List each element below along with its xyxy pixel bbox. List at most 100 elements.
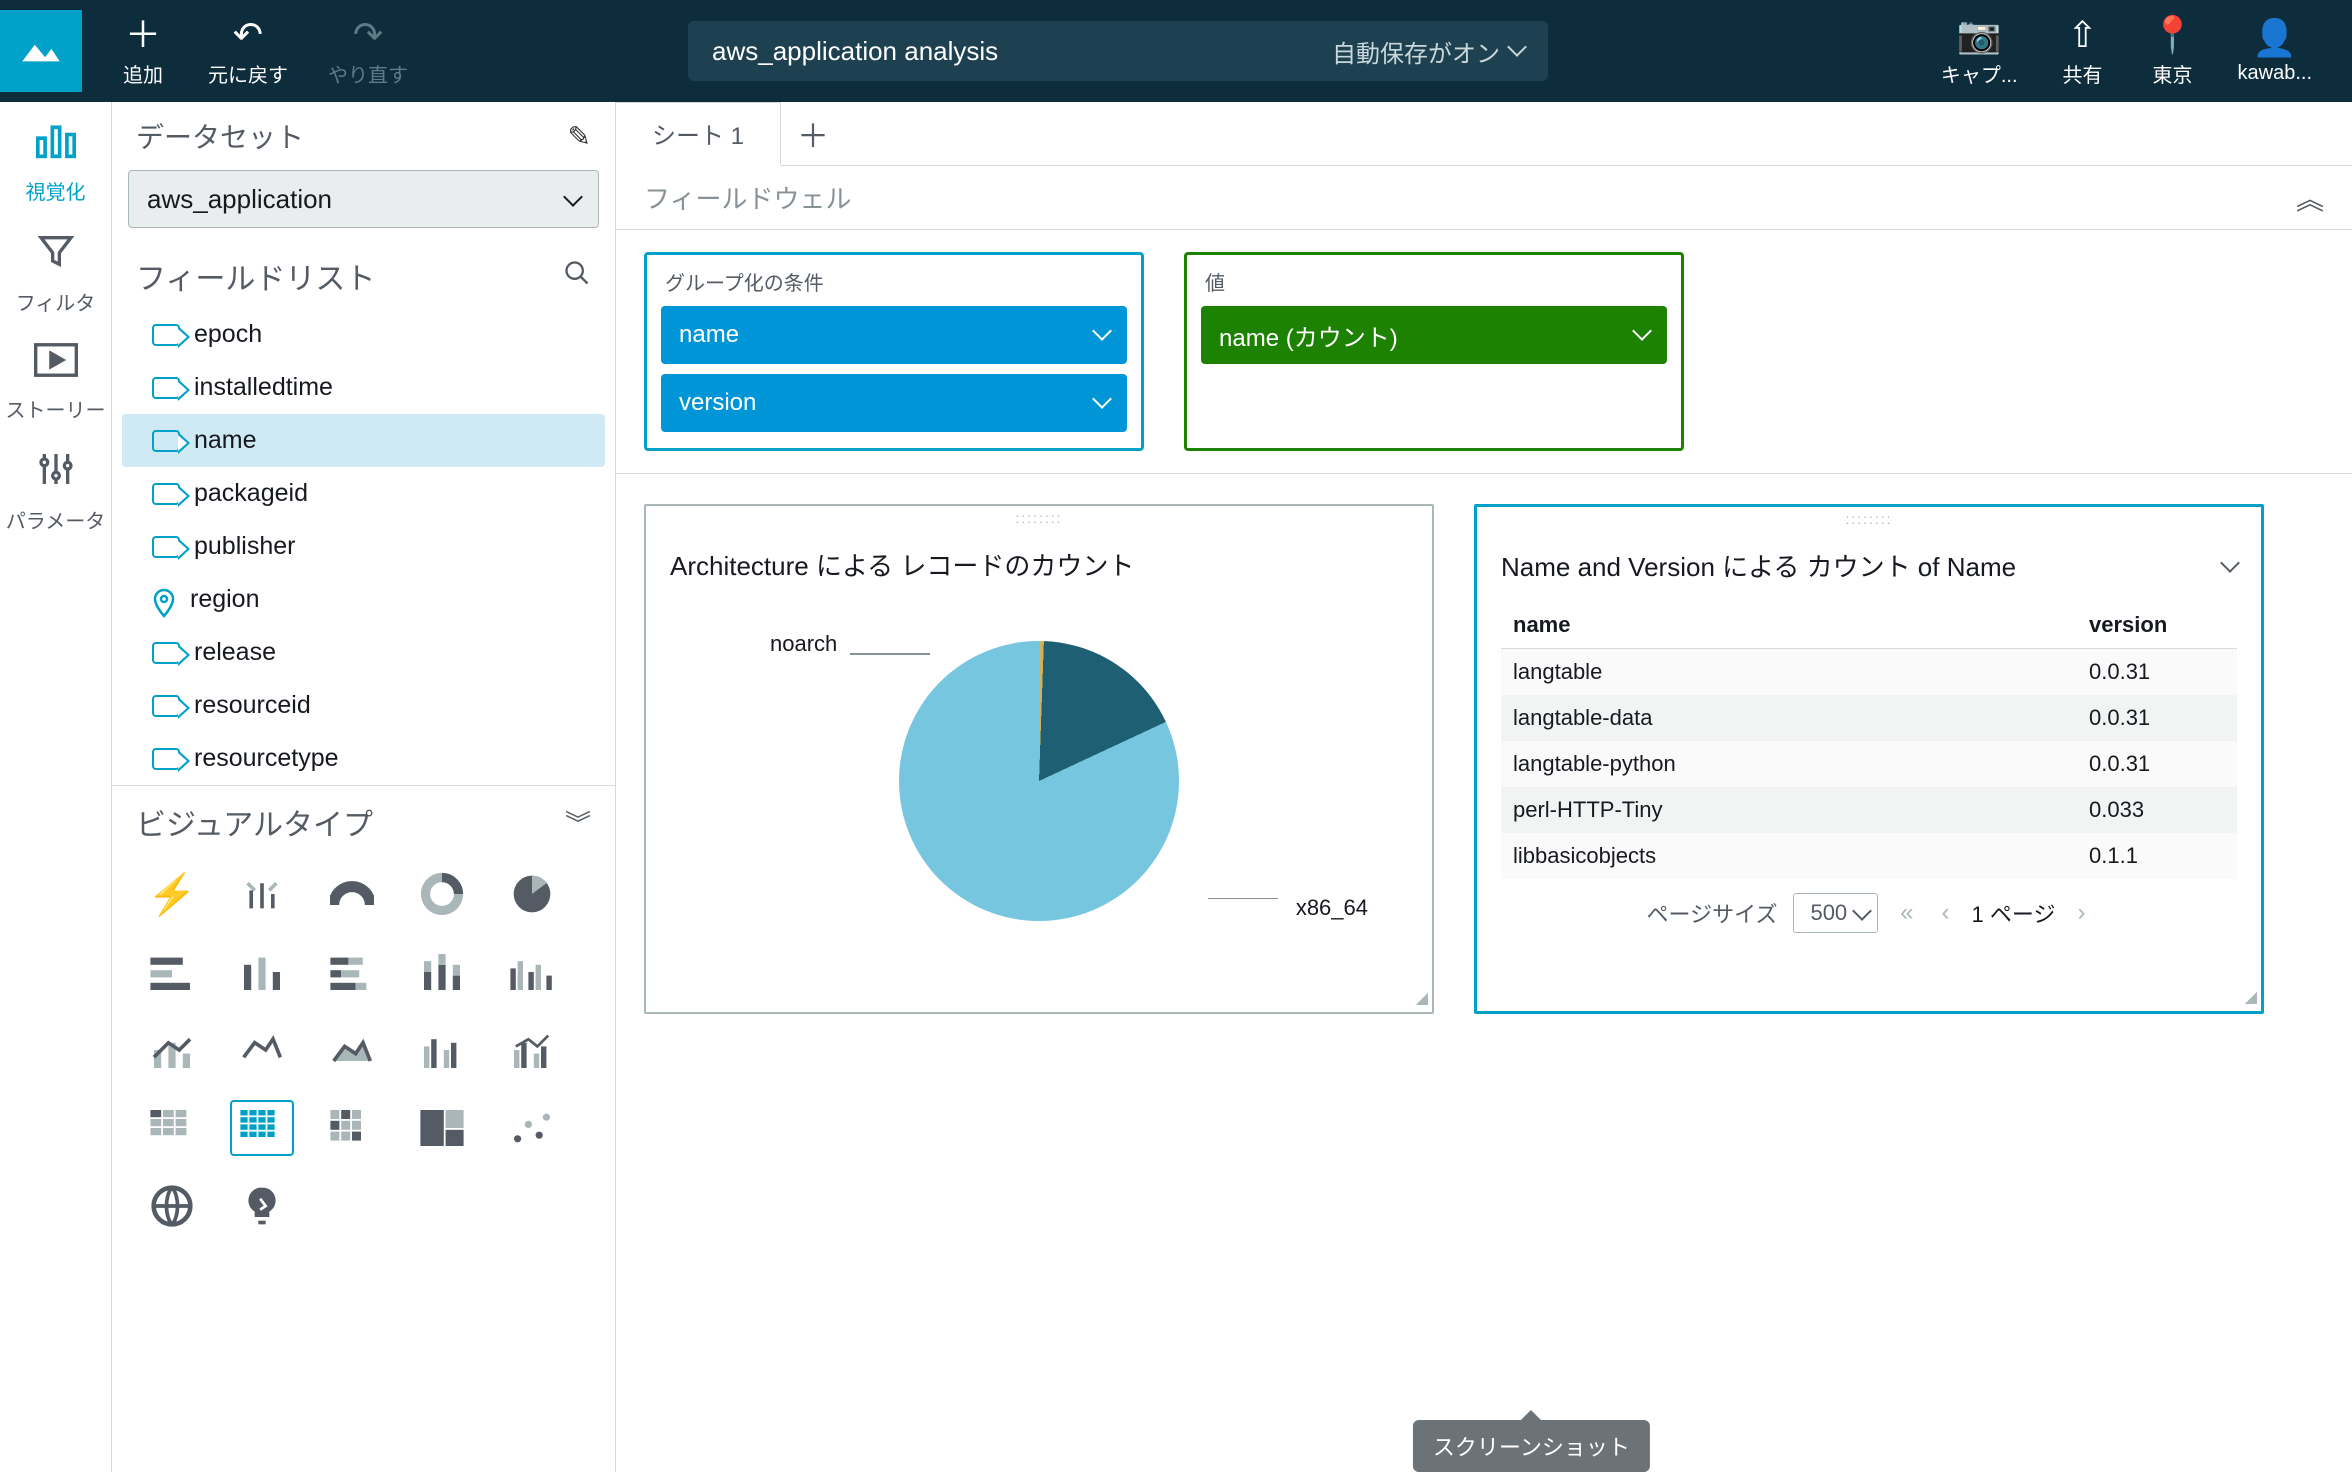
vt-table[interactable] — [230, 1100, 294, 1156]
visuals-canvas[interactable]: :::::::: Architecture による レコードのカウント noar… — [616, 474, 2352, 1472]
page-size-label: ページサイズ — [1647, 897, 1778, 929]
table-row[interactable]: langtable-data0.0.31 — [1501, 695, 2237, 741]
vt-pivot[interactable] — [140, 1100, 204, 1156]
vt-hbar-stacked[interactable] — [320, 944, 384, 1000]
vt-area[interactable] — [320, 1022, 384, 1078]
share-button[interactable]: ⇧ 共有 — [2038, 15, 2128, 88]
field-type-icon — [152, 748, 180, 770]
vt-vbar[interactable] — [230, 944, 294, 1000]
page-size-select[interactable]: 500 — [1793, 893, 1878, 933]
visual-pie[interactable]: :::::::: Architecture による レコードのカウント noar… — [644, 504, 1434, 1014]
resize-handle[interactable]: ◢ — [1416, 988, 1428, 1008]
redo-button[interactable]: ↷ やり直す — [308, 15, 428, 88]
vt-vbar-stacked[interactable] — [410, 944, 474, 1000]
pill-name[interactable]: name — [661, 306, 1127, 364]
drag-handle[interactable]: :::::::: — [646, 506, 1432, 530]
analysis-title: aws_application analysis — [712, 36, 998, 67]
field-item-installedtime[interactable]: installedtime — [112, 361, 615, 414]
vt-combo2[interactable] — [500, 1022, 564, 1078]
vt-hbar[interactable] — [140, 944, 204, 1000]
vt-auto[interactable]: ⚡ — [140, 866, 204, 922]
field-item-packageid[interactable]: packageid — [112, 467, 615, 520]
field-type-icon — [152, 483, 180, 505]
sliders-icon — [36, 449, 76, 499]
vt-treemap[interactable] — [410, 1100, 474, 1156]
visual-title: Name and Version による カウント of Name — [1501, 547, 2016, 584]
well-value[interactable]: 値 name (カウント) — [1184, 252, 1684, 451]
pie-label-x86: x86_64 — [1296, 895, 1368, 921]
rail-parameters[interactable]: パラメータ — [0, 449, 111, 534]
vt-gauge[interactable] — [320, 866, 384, 922]
table-row[interactable]: perl-HTTP-Tiny0.033 — [1501, 787, 2237, 833]
pager-prev[interactable]: ‹ — [1936, 899, 1956, 927]
vt-clustered[interactable] — [410, 1022, 474, 1078]
field-item-region[interactable]: region — [112, 573, 615, 626]
user-menu[interactable]: 👤 kawab... — [2218, 18, 2332, 85]
vt-scatter[interactable] — [500, 1100, 564, 1156]
search-icon[interactable] — [563, 259, 591, 294]
collapse-icon[interactable]: ︾ — [565, 804, 591, 841]
field-type-icon — [152, 377, 180, 399]
field-item-resourceid[interactable]: resourceid — [112, 679, 615, 732]
pager-first[interactable]: « — [1894, 899, 1919, 927]
resize-handle[interactable]: ◢ — [2245, 987, 2257, 1007]
visual-table[interactable]: :::::::: Name and Version による カウント of Na… — [1474, 504, 2264, 1014]
pill-version[interactable]: version — [661, 374, 1127, 432]
pie-graphic — [899, 641, 1179, 921]
topbar: ＋ 追加 ↶ 元に戻す ↷ やり直す aws_application analy… — [0, 0, 2352, 102]
col-name[interactable]: name — [1501, 602, 2077, 649]
vt-line[interactable] — [230, 1022, 294, 1078]
app-logo[interactable] — [0, 10, 82, 92]
visualize-icon — [34, 120, 78, 170]
autosave-status[interactable]: 自動保存がオン — [1332, 34, 1524, 69]
vt-combo[interactable] — [140, 1022, 204, 1078]
edit-dataset-icon[interactable]: ✎ — [568, 120, 591, 153]
vt-kpi[interactable] — [230, 866, 294, 922]
vt-geo[interactable] — [140, 1178, 204, 1234]
vt-donut[interactable] — [410, 866, 474, 922]
field-item-name[interactable]: name — [122, 414, 605, 467]
redo-icon: ↷ — [353, 15, 383, 55]
field-type-icon — [152, 536, 180, 558]
rail-visualize[interactable]: 視覚化 — [0, 120, 111, 205]
table-row[interactable]: langtable0.0.31 — [1501, 649, 2237, 696]
field-wells: グループ化の条件 name version 値 name (カウント) — [616, 230, 2352, 474]
add-sheet-button[interactable]: ＋ — [781, 111, 845, 157]
vt-insight[interactable] — [230, 1178, 294, 1234]
table-row[interactable]: libbasicobjects0.1.1 — [1501, 833, 2237, 879]
sheet-tabs: シート 1 ＋ — [616, 102, 2352, 166]
undo-button[interactable]: ↶ 元に戻す — [188, 15, 308, 88]
rail-story[interactable]: ストーリー — [0, 342, 111, 423]
dataset-select[interactable]: aws_application — [128, 170, 599, 228]
tab-sheet1[interactable]: シート 1 — [616, 102, 781, 166]
well-group-by[interactable]: グループ化の条件 name version — [644, 252, 1144, 451]
field-item-release[interactable]: release — [112, 626, 615, 679]
field-type-icon — [152, 430, 180, 452]
region-button[interactable]: 📍 東京 — [2128, 15, 2218, 88]
chevron-down-icon — [1510, 37, 1524, 65]
pager-next[interactable]: › — [2071, 899, 2091, 927]
data-table: name version langtable0.0.31 langtable-d… — [1501, 602, 2237, 879]
main-canvas: シート 1 ＋ フィールドウェル ︽ グループ化の条件 name version… — [616, 102, 2352, 1472]
field-item-epoch[interactable]: epoch — [112, 308, 615, 361]
screenshot-tooltip: スクリーンショット — [1413, 1420, 1650, 1472]
rail-filter[interactable]: フィルタ — [0, 231, 111, 316]
field-type-icon — [152, 642, 180, 664]
analysis-title-bar[interactable]: aws_application analysis 自動保存がオン — [688, 21, 1548, 81]
visual-menu-icon[interactable] — [2223, 550, 2237, 581]
collapse-wells-icon[interactable]: ︽ — [2296, 178, 2324, 218]
left-rail: 視覚化 フィルタ ストーリー パラメータ — [0, 102, 112, 1472]
field-item-resourcetype[interactable]: resourcetype — [112, 732, 615, 785]
vt-heatmap[interactable] — [320, 1100, 384, 1156]
add-button[interactable]: ＋ 追加 — [98, 15, 188, 88]
fieldwells-bar[interactable]: フィールドウェル ︽ — [616, 166, 2352, 230]
col-version[interactable]: version — [2077, 602, 2237, 649]
field-item-publisher[interactable]: publisher — [112, 520, 615, 573]
table-row[interactable]: langtable-python0.0.31 — [1501, 741, 2237, 787]
vt-vbar-grouped[interactable] — [500, 944, 564, 1000]
vt-pie[interactable] — [500, 866, 564, 922]
capture-button[interactable]: 📷 キャプ... — [1921, 15, 2038, 88]
pill-name-count[interactable]: name (カウント) — [1201, 306, 1667, 364]
drag-handle[interactable]: :::::::: — [1477, 507, 2261, 531]
side-panel: データセット ✎ aws_application フィールドリスト epoch … — [112, 102, 616, 1472]
